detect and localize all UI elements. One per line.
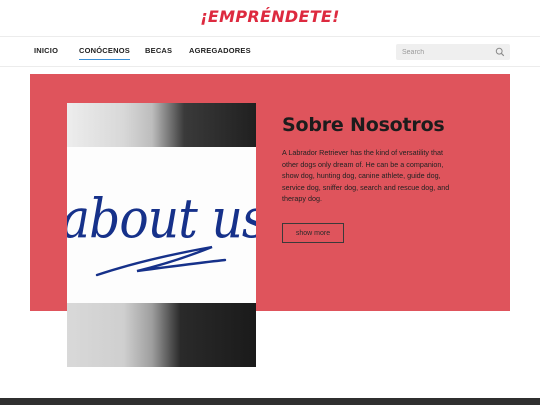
handwritten-text: about us	[67, 187, 256, 250]
brand-logo[interactable]: ¡EMPRÉNDETE!	[0, 7, 540, 26]
about-us-photo: about us	[67, 103, 256, 367]
search-input[interactable]	[396, 44, 492, 60]
nav-item-agregadores[interactable]: AGREGADORES	[189, 46, 251, 55]
nav-item-becas[interactable]: BECAS	[145, 46, 172, 55]
search-icon[interactable]	[495, 47, 505, 57]
nav-item-inicio[interactable]: INICIO	[34, 46, 58, 55]
photo-background-top	[67, 103, 256, 147]
handwritten-about-us: about us	[67, 187, 256, 277]
search-box	[396, 44, 510, 60]
main-nav: INICIO CONÓCENOS BECAS AGREGADORES	[0, 36, 540, 67]
section-description: A Labrador Retriever has the kind of ver…	[282, 148, 450, 204]
nav-item-conocenos[interactable]: CONÓCENOS	[79, 46, 130, 60]
footer-bar	[0, 398, 540, 405]
site-header: ¡EMPRÉNDETE!	[0, 0, 540, 36]
show-more-button[interactable]: show more	[282, 223, 344, 243]
section-title: Sobre Nosotros	[282, 114, 445, 136]
photo-background-bottom	[67, 303, 256, 367]
